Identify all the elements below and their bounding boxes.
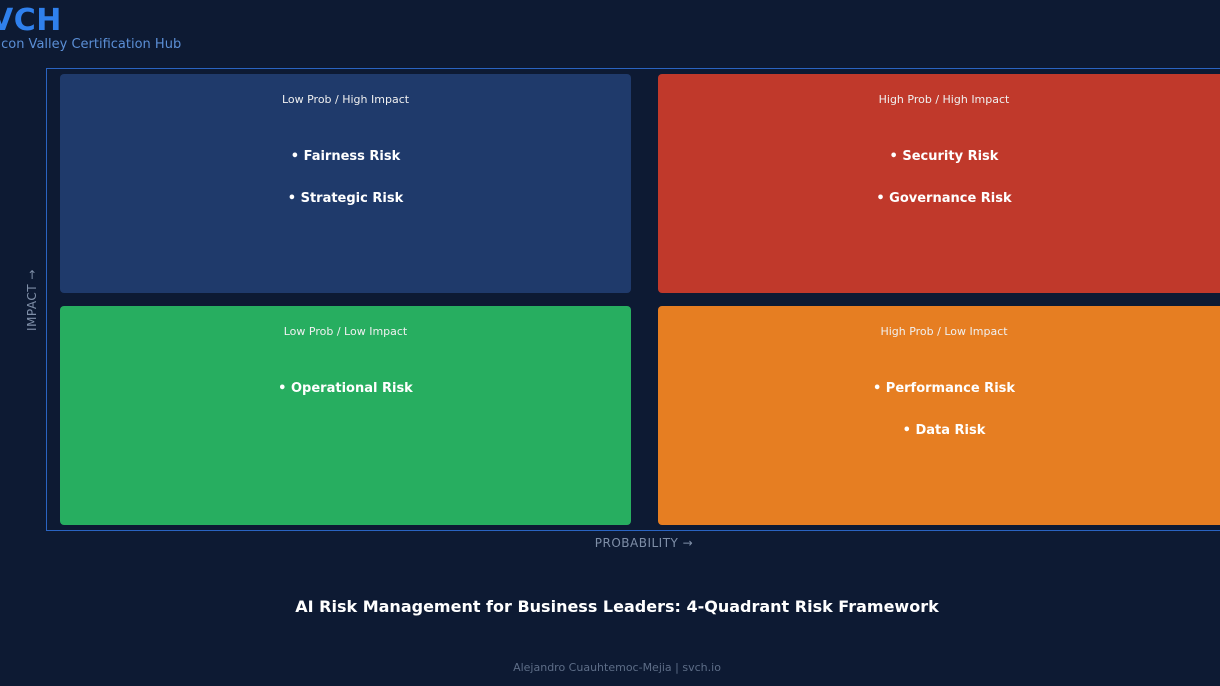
probability-axis-label: PROBABILITY → — [594, 536, 694, 550]
quadrant-risk-list: • Performance Risk • Data Risk — [658, 380, 1220, 464]
quadrant-high-prob-low-impact: High Prob / Low Impact • Performance Ris… — [658, 306, 1220, 525]
diagram-title: AI Risk Management for Business Leaders:… — [295, 597, 939, 616]
quadrant-risk-list: • Fairness Risk • Strategic Risk — [60, 148, 631, 232]
risk-item: • Security Risk — [889, 149, 999, 164]
risk-item: • Data Risk — [902, 423, 986, 438]
quadrant-label: Low Prob / Low Impact — [283, 325, 408, 338]
brand-logo: VCH — [0, 3, 62, 38]
risk-item: • Fairness Risk — [290, 149, 401, 164]
quadrant-low-prob-high-impact: Low Prob / High Impact • Fairness Risk •… — [60, 74, 631, 293]
brand-tagline: Silicon Valley Certification Hub — [0, 37, 182, 52]
risk-item: • Operational Risk — [278, 381, 413, 396]
quadrant-label: Low Prob / High Impact — [281, 93, 410, 106]
risk-item: • Performance Risk — [872, 381, 1016, 396]
quadrant-low-prob-low-impact: Low Prob / Low Impact • Operational Risk — [60, 306, 631, 525]
risk-item: • Strategic Risk — [287, 191, 404, 206]
quadrant-label: High Prob / Low Impact — [880, 325, 1008, 338]
risk-item: • Governance Risk — [876, 191, 1012, 206]
quadrant-high-prob-high-impact: High Prob / High Impact • Security Risk … — [658, 74, 1220, 293]
impact-axis-label: IMPACT → — [25, 269, 39, 331]
quadrant-risk-list: • Operational Risk — [60, 380, 631, 422]
footer-credit: Alejandro Cuauhtemoc-Mejia | svch.io — [513, 661, 721, 674]
quadrant-label: High Prob / High Impact — [878, 93, 1010, 106]
quadrant-risk-list: • Security Risk • Governance Risk — [658, 148, 1220, 232]
